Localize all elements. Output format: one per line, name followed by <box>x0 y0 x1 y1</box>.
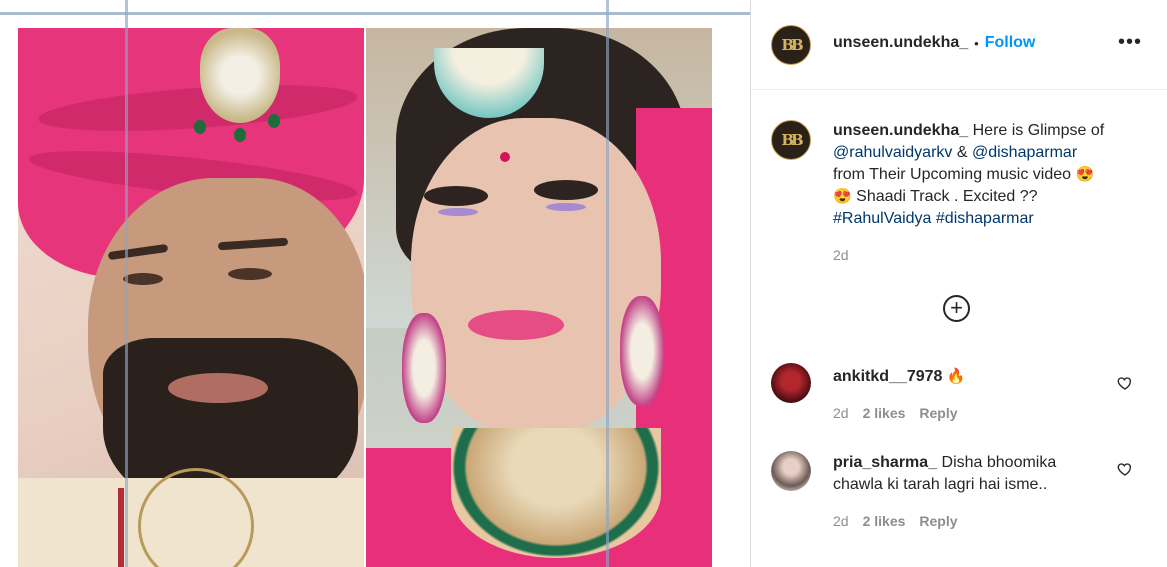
post-photo-groom <box>18 28 364 567</box>
comment-likes-link[interactable]: 2 likes <box>863 405 906 421</box>
divider <box>125 0 128 567</box>
follow-button[interactable]: Follow <box>985 34 1036 52</box>
necklace <box>451 428 661 558</box>
divider <box>606 0 609 567</box>
lips <box>468 310 564 340</box>
post-caption: unseen.undekha_ Here is Glimpse of @rahu… <box>833 122 1105 227</box>
face <box>411 118 661 438</box>
avatar[interactable] <box>771 451 811 491</box>
post-header: BB unseen.undekha_ • Follow ••• <box>751 0 1167 90</box>
heart-icon[interactable] <box>1117 375 1133 391</box>
divider <box>0 12 750 15</box>
heart-icon[interactable] <box>1117 461 1133 477</box>
more-horizontal-icon[interactable]: ••• <box>1118 32 1142 52</box>
comment-meta: 2d 2 likes Reply <box>833 405 958 421</box>
post-photo-bride <box>366 28 712 567</box>
comment-meta: 2d 2 likes Reply <box>833 513 958 529</box>
hashtag-link[interactable]: #dishaparmar <box>936 210 1034 227</box>
mention-link[interactable]: @rahulvaidyarkv <box>833 144 952 161</box>
hashtag-link[interactable]: #RahulVaidya <box>833 210 931 227</box>
comment-timestamp: 2d <box>833 513 849 529</box>
username-link[interactable]: unseen.undekha_ <box>833 122 968 139</box>
avatar[interactable]: BB <box>771 120 811 160</box>
mention-link[interactable]: @dishaparmar <box>972 144 1077 161</box>
username-link[interactable]: unseen.undekha_ <box>833 34 968 52</box>
post-sidebar: BB unseen.undekha_ • Follow ••• BB unsee… <box>750 0 1167 567</box>
username-link[interactable]: ankitkd__7978 <box>833 368 942 385</box>
heart-eyes-emoji: 😍 <box>1075 166 1095 183</box>
fire-emoji: 🔥 <box>946 368 966 385</box>
reply-button[interactable]: Reply <box>919 513 957 529</box>
comment-likes-link[interactable]: 2 likes <box>863 513 906 529</box>
separator: • <box>974 35 979 51</box>
avatar[interactable]: BB <box>771 25 811 65</box>
reply-button[interactable]: Reply <box>919 405 957 421</box>
heart-eyes-emoji: 😍 <box>833 188 852 205</box>
comment: ankitkd__7978 🔥 <box>833 366 1093 388</box>
username-link[interactable]: pria_sharma_ <box>833 454 937 471</box>
post-timestamp: 2d <box>833 247 849 263</box>
post-media-panel[interactable] <box>0 0 750 567</box>
avatar[interactable] <box>771 363 811 403</box>
turban-brooch <box>200 28 280 123</box>
plus-circle-icon[interactable]: + <box>943 295 970 322</box>
comment-timestamp: 2d <box>833 405 849 421</box>
comment: pria_sharma_ Disha bhoomika chawla ki ta… <box>833 452 1093 496</box>
